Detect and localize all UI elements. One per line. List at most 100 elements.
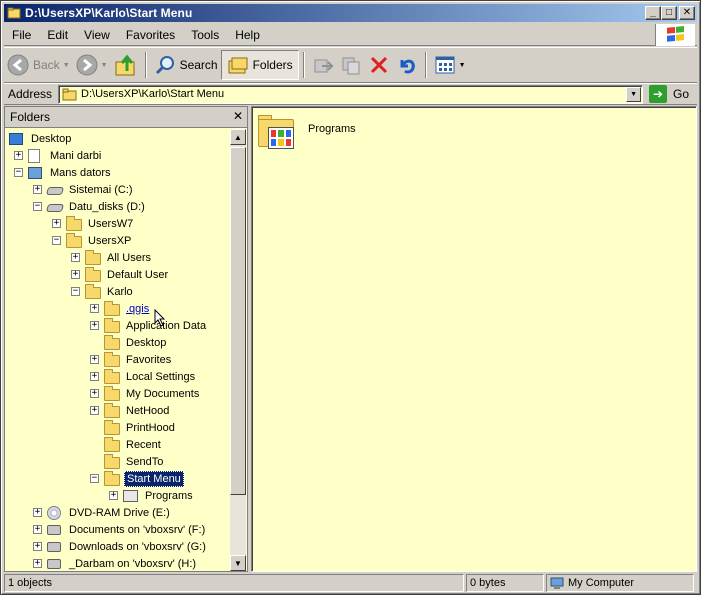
status-size-text: 0 bytes (470, 577, 506, 589)
collapse-icon[interactable]: − (14, 168, 23, 177)
tree-item-label: Documents on 'vboxsrv' (F:) (69, 523, 206, 536)
tree-item[interactable]: − Datu_disks (D:) (33, 198, 147, 215)
tree-item[interactable]: + Documents on 'vboxsrv' (F:) (33, 521, 207, 538)
collapse-icon[interactable]: − (52, 236, 61, 245)
documents-icon (28, 148, 44, 163)
folder-tree: Desktop + Mani darbi − Mans dators + Sistemai … (5, 129, 230, 571)
expand-icon[interactable]: + (33, 559, 42, 568)
expand-icon[interactable]: + (33, 185, 42, 194)
collapse-icon[interactable]: − (90, 474, 99, 483)
tree-item[interactable]: + Sistemai (C:) (33, 181, 135, 198)
move-to-icon (314, 59, 334, 73)
folder-icon (85, 283, 101, 299)
copy-to-button[interactable] (337, 50, 365, 80)
tree-item[interactable]: + All Users (71, 249, 153, 266)
forward-dropdown-icon[interactable]: ▼ (101, 62, 108, 69)
tree-item[interactable]: Desktop (9, 130, 73, 147)
tree-item-label: DVD-RAM Drive (E:) (69, 506, 170, 519)
expand-icon[interactable]: + (90, 389, 99, 398)
expand-icon[interactable]: + (33, 508, 42, 517)
search-button[interactable]: Search (151, 50, 221, 80)
tree-item[interactable]: + Favorites (90, 351, 173, 368)
menu-view[interactable]: View (76, 28, 118, 42)
address-dropdown-button[interactable]: ▼ (626, 86, 642, 102)
expand-icon[interactable]: + (90, 406, 99, 415)
expand-icon[interactable]: + (90, 304, 99, 313)
menu-help[interactable]: Help (227, 28, 268, 42)
file-item-programs[interactable]: Programs (258, 113, 356, 151)
file-list-pane[interactable]: Programs (251, 106, 697, 572)
views-dropdown-icon[interactable]: ▼ (459, 62, 466, 69)
menu-file[interactable]: File (4, 28, 39, 42)
expand-icon[interactable]: + (71, 270, 80, 279)
menu-tools[interactable]: Tools (183, 28, 227, 42)
folders-button[interactable]: Folders (220, 50, 299, 80)
folders-pane: Folders ✕ Desktop + Mani darbi − Mans dators… (4, 106, 248, 572)
tree-item[interactable]: + Application Data (90, 317, 208, 334)
menu-edit[interactable]: Edit (39, 28, 76, 42)
tree-item[interactable]: SendTo (90, 453, 165, 470)
undo-icon (400, 59, 415, 74)
status-object-count: 1 objects (4, 574, 464, 592)
tree-item[interactable]: + NetHood (90, 402, 171, 419)
folder-icon (85, 249, 101, 265)
tree-item-label: Desktop (31, 132, 72, 145)
tree-item[interactable]: + Downloads on 'vboxsrv' (G:) (33, 538, 208, 555)
folder-icon (104, 385, 120, 401)
views-button[interactable]: ▼ (431, 50, 469, 80)
tree-item[interactable]: + DVD-RAM Drive (E:) (33, 504, 172, 521)
forward-button[interactable]: ▼ (73, 50, 111, 80)
delete-button[interactable] (365, 50, 393, 80)
tree-item[interactable]: + Mani darbi (14, 147, 103, 164)
mouse-cursor-icon (154, 309, 166, 327)
expand-icon[interactable]: + (109, 491, 118, 500)
back-button[interactable]: Back ▼ (4, 50, 73, 80)
expand-icon[interactable]: + (33, 525, 42, 534)
up-button[interactable] (111, 50, 141, 80)
undo-button[interactable] (393, 50, 421, 80)
expand-icon[interactable]: + (14, 151, 23, 160)
tree-item[interactable]: + Default User (71, 266, 170, 283)
tree-item[interactable]: + UsersW7 (52, 215, 135, 232)
back-dropdown-icon[interactable]: ▼ (63, 62, 70, 69)
minimize-button[interactable]: _ (645, 6, 661, 20)
tree-item-label: _Darbam on 'vboxsrv' (H:) (69, 557, 197, 570)
address-bar: Address D:\UsersXP\Karlo\Start Menu ▼ ➔ … (4, 83, 697, 105)
tree-item[interactable]: − Mans dators (14, 164, 113, 181)
collapse-icon[interactable]: − (33, 202, 42, 211)
expand-icon[interactable]: + (71, 253, 80, 262)
tree-item[interactable]: + .qgis (90, 300, 151, 317)
tree-item[interactable]: + _Darbam on 'vboxsrv' (H:) (33, 555, 198, 571)
expand-icon[interactable]: + (90, 355, 99, 364)
tree-item[interactable]: PrintHood (90, 419, 177, 436)
menu-favorites[interactable]: Favorites (118, 28, 183, 42)
tree-item-label: Downloads on 'vboxsrv' (G:) (69, 540, 206, 553)
scroll-down-button[interactable]: ▼ (230, 555, 246, 571)
expand-icon[interactable]: + (90, 372, 99, 381)
collapse-icon[interactable]: − (71, 287, 80, 296)
tree-item-label: Desktop (126, 336, 167, 349)
go-button[interactable]: ➔ Go (649, 85, 689, 103)
tree-item-label: Mani darbi (50, 149, 102, 162)
expand-icon[interactable]: + (52, 219, 61, 228)
close-button[interactable]: ✕ (679, 6, 695, 20)
tree-item[interactable]: + My Documents (90, 385, 201, 402)
tree-item[interactable]: + Local Settings (90, 368, 197, 385)
tree-item[interactable]: + Programs (109, 487, 195, 504)
expand-icon[interactable]: + (90, 321, 99, 330)
scroll-up-button[interactable]: ▲ (230, 129, 246, 145)
vertical-scrollbar[interactable]: ▲ ▼ (230, 129, 246, 571)
expand-icon[interactable]: + (33, 542, 42, 551)
scroll-thumb[interactable] (230, 147, 246, 495)
tree-item[interactable]: Recent (90, 436, 163, 453)
tree-item[interactable]: Desktop (90, 334, 168, 351)
tree-item[interactable]: − Karlo (71, 283, 135, 300)
maximize-button[interactable]: □ (661, 6, 677, 20)
tree-item[interactable]: − UsersXP (52, 232, 133, 249)
tree-item-label: Start Menu (124, 470, 184, 487)
address-field[interactable]: D:\UsersXP\Karlo\Start Menu ▼ (58, 84, 644, 104)
close-icon[interactable]: ✕ (233, 109, 243, 123)
title-bar[interactable]: D:\UsersXP\Karlo\Start Menu _ □ ✕ (4, 4, 697, 22)
move-to-button[interactable] (309, 50, 337, 80)
tree-item[interactable]: − Start Menu (90, 470, 184, 487)
